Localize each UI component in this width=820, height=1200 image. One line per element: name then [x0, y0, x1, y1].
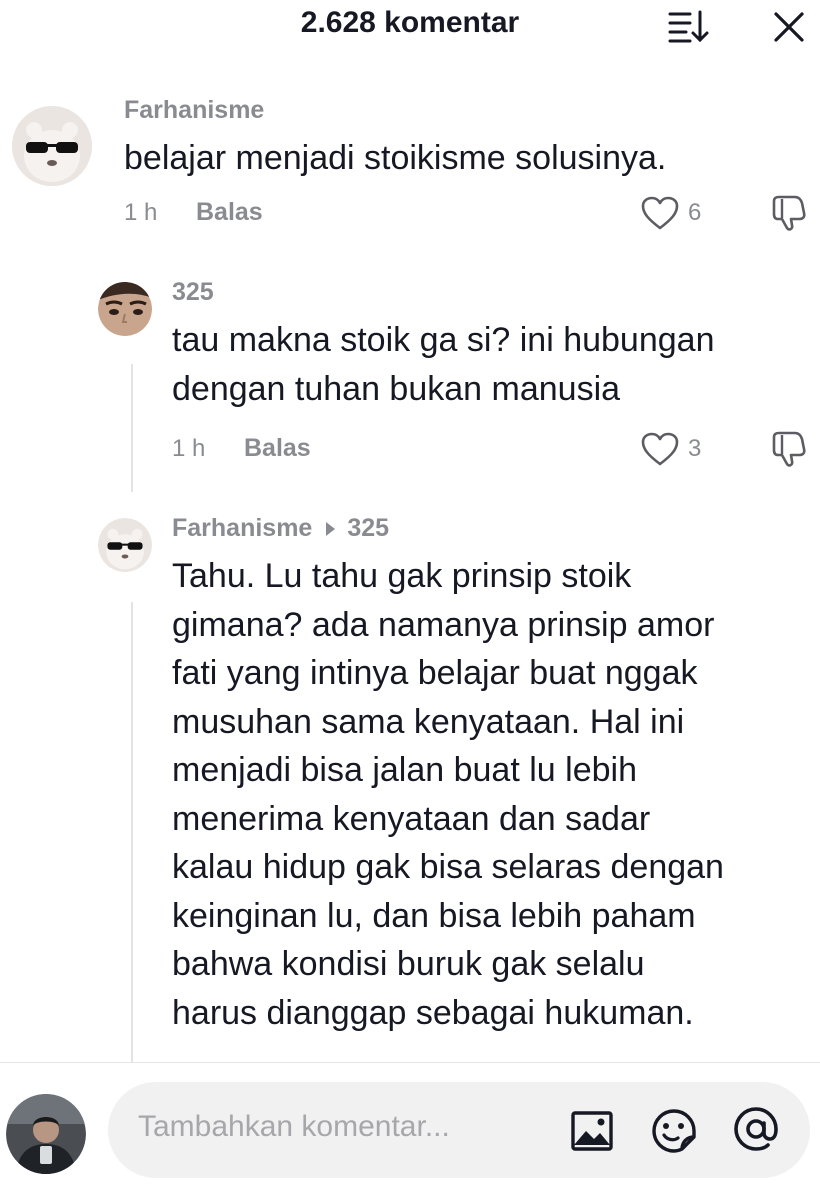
like-count: 3 — [688, 435, 702, 462]
comment-text: tau makna stoik ga si? ini hubungan deng… — [172, 316, 714, 413]
dislike-icon[interactable] — [768, 429, 808, 469]
comment-text-line: menerima kenyataan dan sadar — [172, 799, 651, 838]
comment-text-line: dengan tuhan bukan manusia — [172, 369, 621, 408]
reply-target[interactable]: 325 — [347, 514, 389, 543]
comment-text: belajar menjadi stoikisme solusinya. — [124, 139, 667, 177]
comment-input-placeholder: Tambahkan komentar... — [138, 1110, 450, 1143]
bear-sunglasses-avatar[interactable] — [98, 518, 152, 572]
comment-text-line: Tahu. Lu tahu gak prinsip stoik — [172, 557, 632, 595]
reply-author[interactable]: Farhanisme — [172, 514, 312, 543]
emoji-icon[interactable] — [650, 1107, 698, 1155]
thread-line — [131, 364, 133, 492]
comment-text-line: kalau hidup gak bisa selaras dengan — [172, 848, 724, 886]
comment-text-line: fati yang intinya belajar buat nggak — [172, 654, 698, 692]
heart-icon[interactable] — [640, 195, 680, 231]
comment-time: 1 h — [172, 435, 206, 462]
close-icon[interactable] — [770, 8, 808, 46]
comment-username[interactable]: 325 — [172, 278, 214, 307]
user-avatar[interactable] — [6, 1094, 86, 1174]
image-icon[interactable] — [568, 1107, 616, 1155]
mention-icon[interactable] — [732, 1105, 780, 1153]
comments-header: 2.628 komentar — [0, 0, 820, 50]
comment-text-line: menjadi bisa jalan buat lu lebih — [172, 751, 637, 789]
comment-text-line: bahwa kondisi buruk gak selalu — [172, 945, 645, 983]
sort-icon[interactable] — [666, 8, 710, 44]
comment-text-line: harus dianggap sebagai hukuman. — [172, 993, 694, 1032]
comment-text-line: gimana? ada namanya prinsip amor — [172, 605, 715, 644]
comment-text: Tahu. Lu tahu gak prinsip stoik gimana? … — [172, 552, 724, 1037]
dislike-icon[interactable] — [768, 193, 808, 233]
reply-button[interactable]: Balas — [196, 198, 263, 227]
thread-line — [131, 602, 133, 1062]
face-avatar[interactable] — [98, 282, 152, 336]
comment-username: Farhanisme 325 — [172, 514, 389, 543]
comment-time: 1 h — [124, 199, 158, 226]
comment-text-line: keinginan lu, dan bisa lebih paham — [172, 896, 696, 935]
comment-text-line: tau makna stoik ga si? ini hubungan — [172, 321, 715, 359]
comment-username[interactable]: Farhanisme — [124, 96, 264, 125]
heart-icon[interactable] — [640, 431, 680, 467]
bear-sunglasses-avatar[interactable] — [12, 106, 92, 186]
like-count: 6 — [688, 199, 702, 226]
reply-arrow-icon — [326, 521, 336, 536]
reply-button[interactable]: Balas — [244, 434, 311, 463]
comment-text-line: musuhan sama kenyataan. Hal ini — [172, 702, 685, 741]
